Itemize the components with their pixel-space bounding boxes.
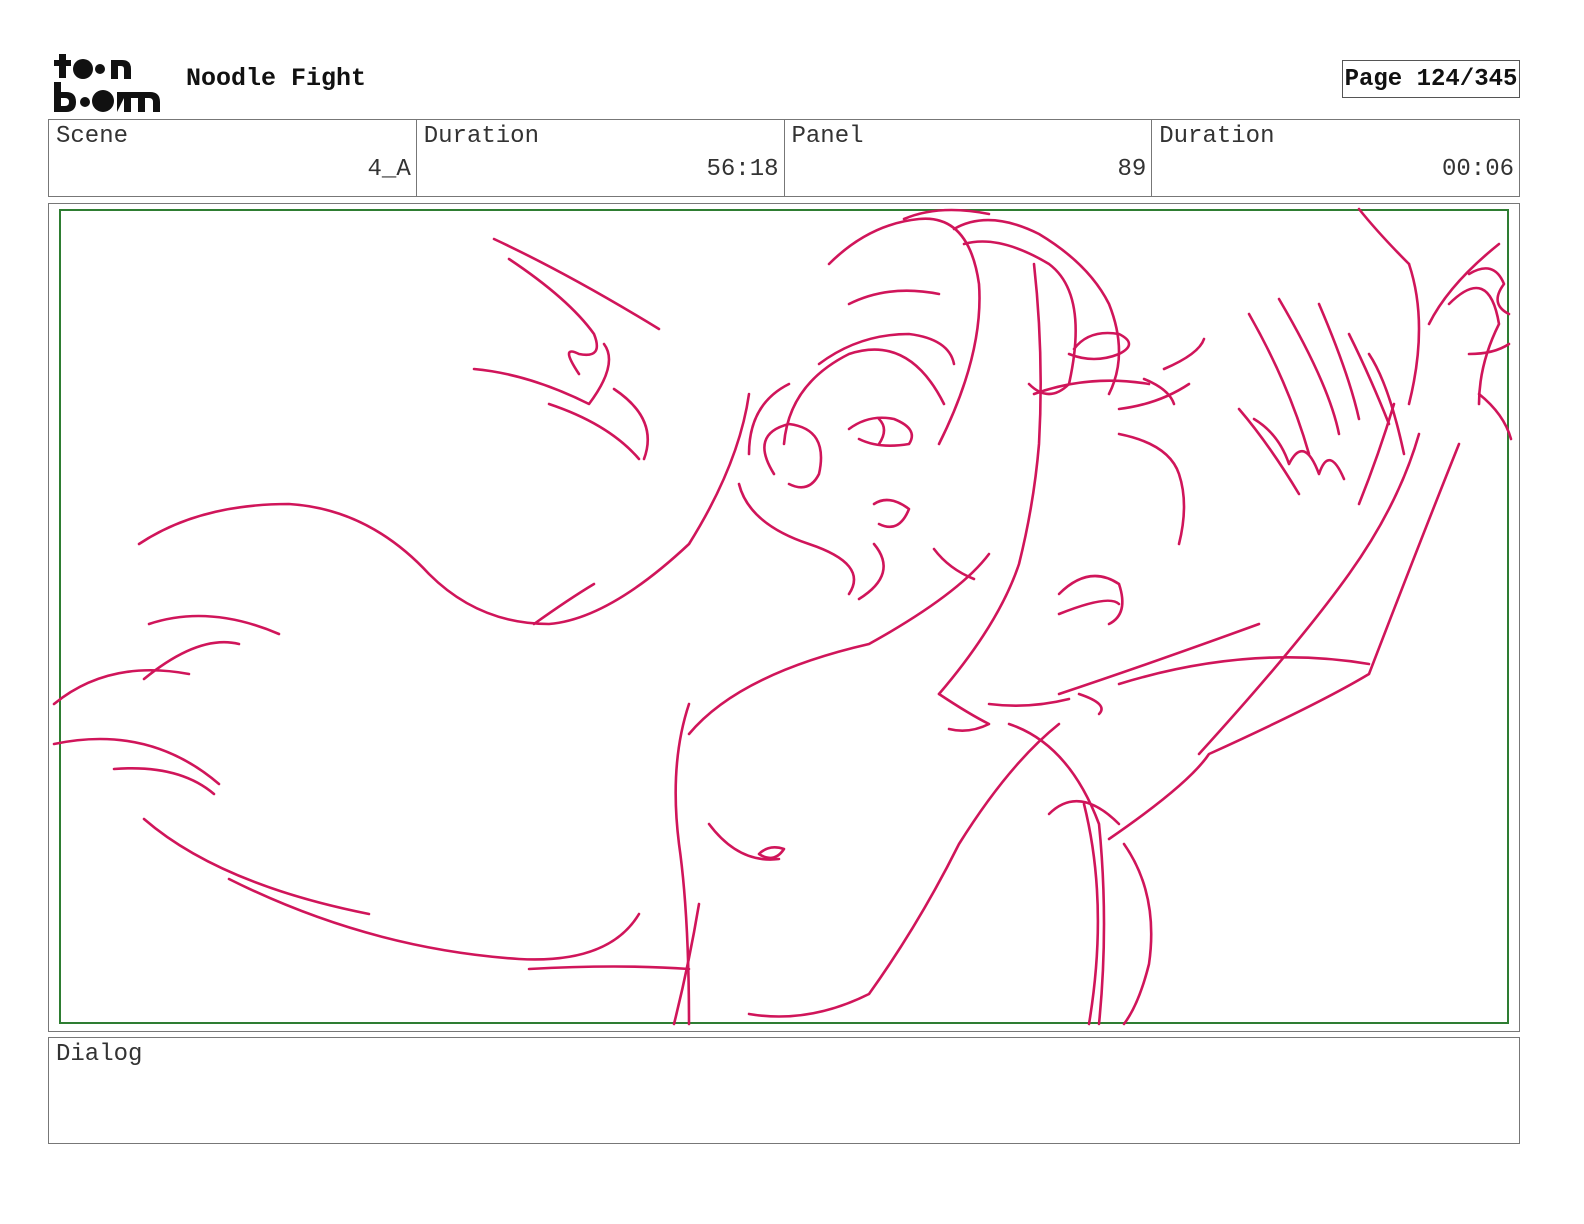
panel-value: 89 xyxy=(1117,156,1147,183)
sketch-strokes xyxy=(52,207,1513,1026)
scene-duration-value: 56:18 xyxy=(706,156,779,183)
scene-label: Scene xyxy=(56,123,129,150)
panel-duration-label: Duration xyxy=(1159,123,1275,150)
panel-cell: Panel 89 xyxy=(785,120,1153,196)
toon-boom-logo xyxy=(54,54,160,112)
scene-duration-cell: Duration 56:18 xyxy=(417,120,785,196)
panel-frame xyxy=(48,203,1520,1032)
page-number: Page 124/345 xyxy=(1342,60,1520,98)
panel-sketch xyxy=(52,207,1513,1026)
dialog-box: Dialog xyxy=(48,1037,1520,1144)
scene-duration-label: Duration xyxy=(423,123,539,150)
panel-label: Panel xyxy=(791,123,864,150)
project-title: Noodle Fight xyxy=(186,64,367,93)
scene-cell: Scene 4_A xyxy=(49,120,417,196)
info-row: Scene 4_A Duration 56:18 Panel 89 Durati… xyxy=(48,119,1520,197)
panel-duration-value: 00:06 xyxy=(1441,156,1514,183)
scene-value: 4_A xyxy=(367,156,411,183)
panel-duration-cell: Duration 00:06 xyxy=(1152,120,1519,196)
dialog-label: Dialog xyxy=(56,1041,143,1068)
